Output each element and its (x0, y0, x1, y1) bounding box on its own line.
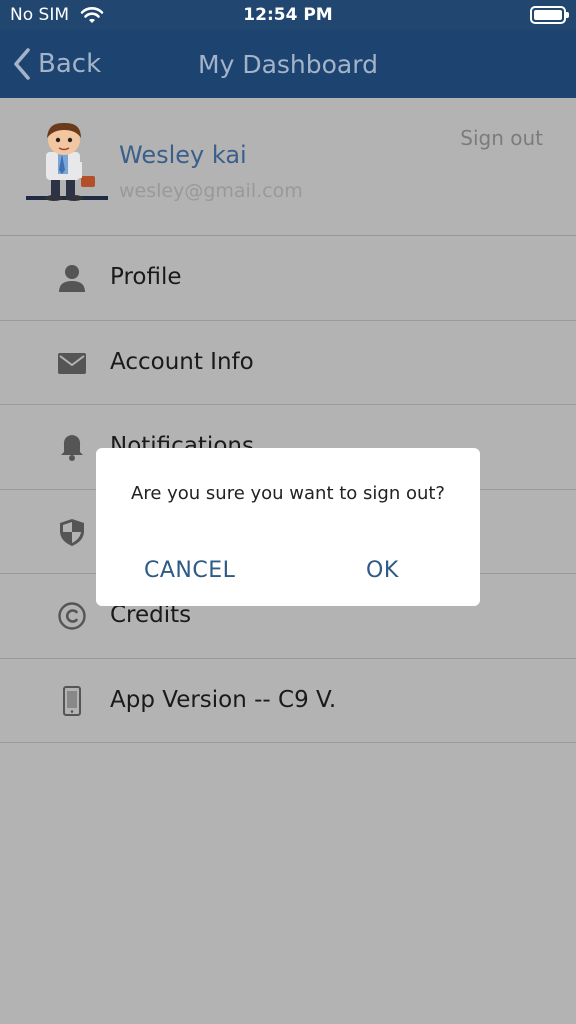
page-title: My Dashboard (198, 50, 378, 79)
cancel-button[interactable]: CANCEL (144, 558, 235, 583)
shield-icon (60, 518, 84, 546)
user-email: wesley@gmail.com (119, 180, 303, 202)
phone-icon (63, 685, 81, 716)
status-bar: No SIM 12:54 PM (0, 0, 576, 30)
dialog-message: Are you sure you want to sign out? (131, 483, 445, 504)
person-icon (59, 265, 85, 292)
clock: 12:54 PM (243, 5, 333, 25)
menu-item-label: App Version -- C9 V. (110, 686, 337, 713)
menu-item-account-info[interactable]: Account Info (0, 321, 576, 405)
envelope-icon (58, 352, 86, 374)
menu-item-label: Account Info (110, 348, 254, 375)
ok-button[interactable]: OK (366, 558, 399, 583)
sign-out-dialog: Are you sure you want to sign out? CANCE… (96, 448, 480, 606)
menu-item-app-version[interactable]: App Version -- C9 V. (0, 659, 576, 743)
profile-header: Wesley kai wesley@gmail.com Sign out (0, 98, 576, 236)
bell-icon (61, 435, 83, 461)
sign-out-link[interactable]: Sign out (460, 126, 543, 150)
copyright-icon (58, 602, 86, 630)
user-name: Wesley kai (119, 141, 247, 169)
avatar (26, 122, 108, 201)
menu-item-label: Profile (110, 264, 182, 290)
navigation-bar: Back My Dashboard (0, 30, 576, 98)
battery-icon (530, 6, 569, 24)
menu-item-profile[interactable]: Profile (0, 236, 576, 321)
